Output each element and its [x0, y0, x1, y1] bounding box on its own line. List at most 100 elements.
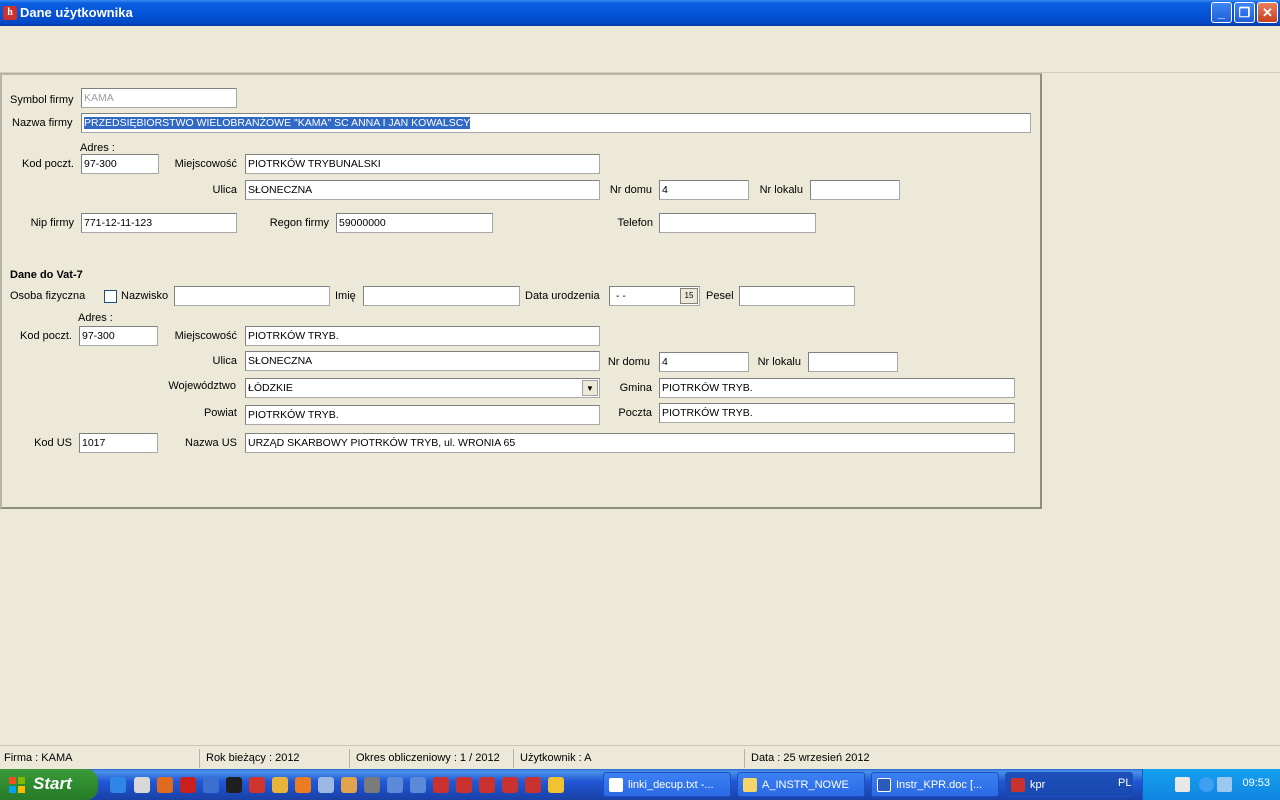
province-selected-value: ŁÓDZKIE: [248, 382, 293, 394]
minimize-button[interactable]: _: [1211, 2, 1232, 23]
word-icon: [877, 778, 891, 792]
us-code-field[interactable]: 1017: [79, 433, 158, 453]
chevron-down-icon[interactable]: ▼: [582, 380, 598, 396]
us-name-field[interactable]: URZĄD SKARBOWY PIOTRKÓW TRYB, ul. WRONIA…: [245, 433, 1015, 453]
vat-city-field[interactable]: PIOTRKÓW TRYB.: [245, 326, 600, 346]
app-icon-3[interactable]: [226, 777, 242, 793]
task-label: A_INSTR_NOWE: [762, 779, 849, 791]
firm-house-label: Nr domu: [609, 184, 652, 196]
firm-postal-field[interactable]: 97-300: [81, 154, 159, 174]
firm-house-field[interactable]: 4: [659, 180, 749, 200]
firm-symbol-field[interactable]: KAMA: [81, 88, 237, 108]
app-icon-10[interactable]: [410, 777, 426, 793]
calendar-icon[interactable]: 15: [680, 288, 698, 304]
status-bar: Firma : KAMA Rok bieżący : 2012 Okres ob…: [0, 745, 1280, 769]
province-label: Województwo: [168, 380, 236, 392]
app-icon-11[interactable]: [433, 777, 449, 793]
toolbar-area: [0, 26, 1280, 73]
app-icon-12[interactable]: [456, 777, 472, 793]
commune-field[interactable]: PIOTRKÓW TRYB.: [659, 378, 1015, 398]
phone-label: Telefon: [617, 217, 653, 229]
task-linki-decup[interactable]: linki_decup.txt -...: [603, 772, 731, 797]
language-indicator[interactable]: PL: [1118, 777, 1131, 789]
vat-address-heading: Adres :: [78, 312, 113, 324]
media-icon[interactable]: [548, 777, 564, 793]
firstname-field[interactable]: [363, 286, 520, 306]
county-field[interactable]: PIOTRKÓW TRYB.: [245, 405, 600, 425]
task-instr-kpr-doc[interactable]: Instr_KPR.doc [...: [871, 772, 999, 797]
vat-street-field[interactable]: SŁONECZNA: [245, 351, 600, 371]
app-icon-15[interactable]: [525, 777, 541, 793]
post-field[interactable]: PIOTRKÓW TRYB.: [659, 403, 1015, 423]
birthdate-label: Data urodzenia: [525, 290, 600, 302]
status-firm: Firma : KAMA: [0, 749, 200, 768]
commune-label: Gmina: [619, 382, 652, 394]
firm-city-field[interactable]: PIOTRKÓW TRYBUNALSKI: [245, 154, 600, 174]
firstname-label: Imię: [335, 290, 356, 302]
start-button[interactable]: Start: [0, 769, 98, 800]
phone-field[interactable]: [659, 213, 816, 233]
pesel-field[interactable]: [739, 286, 855, 306]
kpr-app-icon: [1011, 778, 1025, 792]
province-select[interactable]: ŁÓDZKIE ▼: [245, 378, 600, 398]
birthdate-value: - -: [616, 290, 626, 302]
birthdate-field[interactable]: - - 15: [609, 286, 700, 306]
taskbar: Start linki_decup.txt -... A_INSTR_NOWE …: [0, 769, 1280, 800]
app-icon-8[interactable]: [364, 777, 380, 793]
vat-postal-label: Kod poczt.: [20, 330, 72, 342]
folder-icon: [743, 778, 757, 792]
app-icon-14[interactable]: [502, 777, 518, 793]
firm-city-label: Miejscowość: [174, 158, 237, 170]
close-button[interactable]: ✕: [1257, 2, 1278, 23]
us-code-label: Kod US: [34, 437, 72, 449]
vat-postal-field[interactable]: 97-300: [79, 326, 158, 346]
person-checkbox[interactable]: [104, 290, 117, 303]
firm-flat-label: Nr lokalu: [759, 184, 803, 196]
task-kpr[interactable]: kpr: [1005, 772, 1133, 797]
title-bar[interactable]: h Dane użytkownika _ ❐ ✕: [0, 0, 1280, 26]
keyboard-icon[interactable]: [1175, 777, 1190, 792]
firm-name-field[interactable]: PRZEDSIĘBIORSTWO WIELOBRANŻOWE "KAMA" SC…: [81, 113, 1031, 133]
app-icon-6[interactable]: [318, 777, 334, 793]
task-label: linki_decup.txt -...: [628, 779, 714, 791]
notepad-icon: [609, 778, 623, 792]
windows-logo-icon: [9, 777, 25, 793]
surname-label: Nazwisko: [121, 290, 169, 302]
task-label: kpr: [1030, 779, 1046, 791]
app-icon-5[interactable]: [272, 777, 288, 793]
firm-street-label: Ulica: [212, 184, 237, 196]
firm-name-selected-text: PRZEDSIĘBIORSTWO WIELOBRANŻOWE "KAMA" SC…: [84, 117, 471, 129]
nip-field[interactable]: 771-12-11-123: [81, 213, 237, 233]
acrobat-icon[interactable]: [180, 777, 196, 793]
chevron-left-icon[interactable]: [1199, 777, 1214, 792]
vat-section-heading: Dane do Vat-7: [10, 269, 83, 281]
firm-postal-label: Kod poczt.: [22, 158, 74, 170]
vat-house-field[interactable]: 4: [659, 352, 749, 372]
firm-flat-field[interactable]: [810, 180, 900, 200]
network-icon[interactable]: [1217, 777, 1232, 792]
vat-flat-field[interactable]: [808, 352, 898, 372]
app-icon-13[interactable]: [479, 777, 495, 793]
vat-house-label: Nr domu: [607, 356, 650, 368]
restore-button[interactable]: ❐: [1234, 2, 1255, 23]
app-icon-9[interactable]: [387, 777, 403, 793]
surname-field[interactable]: [174, 286, 330, 306]
firefox-icon[interactable]: [295, 777, 311, 793]
nip-label: Nip firmy: [30, 217, 74, 229]
firm-street-field[interactable]: SŁONECZNA: [245, 180, 600, 200]
regon-field[interactable]: 59000000: [336, 213, 493, 233]
status-period: Okres obliczeniowy : 1 / 2012: [352, 749, 514, 768]
app-icon-1[interactable]: [157, 777, 173, 793]
person-label: Osoba fizyczna: [10, 290, 86, 302]
regon-label: Regon firmy: [269, 217, 329, 229]
task-a-instr-nowe[interactable]: A_INSTR_NOWE: [737, 772, 865, 797]
ie-icon[interactable]: [110, 777, 126, 793]
status-date: Data : 25 wrzesień 2012: [751, 752, 870, 764]
app-icon-7[interactable]: [341, 777, 357, 793]
status-user: Użytkownik : A: [516, 749, 745, 768]
task-label: Instr_KPR.doc [...: [896, 779, 983, 791]
status-year: Rok bieżący : 2012: [202, 749, 350, 768]
app-icon-4[interactable]: [249, 777, 265, 793]
desktop-icon[interactable]: [134, 777, 150, 793]
app-icon-2[interactable]: [203, 777, 219, 793]
